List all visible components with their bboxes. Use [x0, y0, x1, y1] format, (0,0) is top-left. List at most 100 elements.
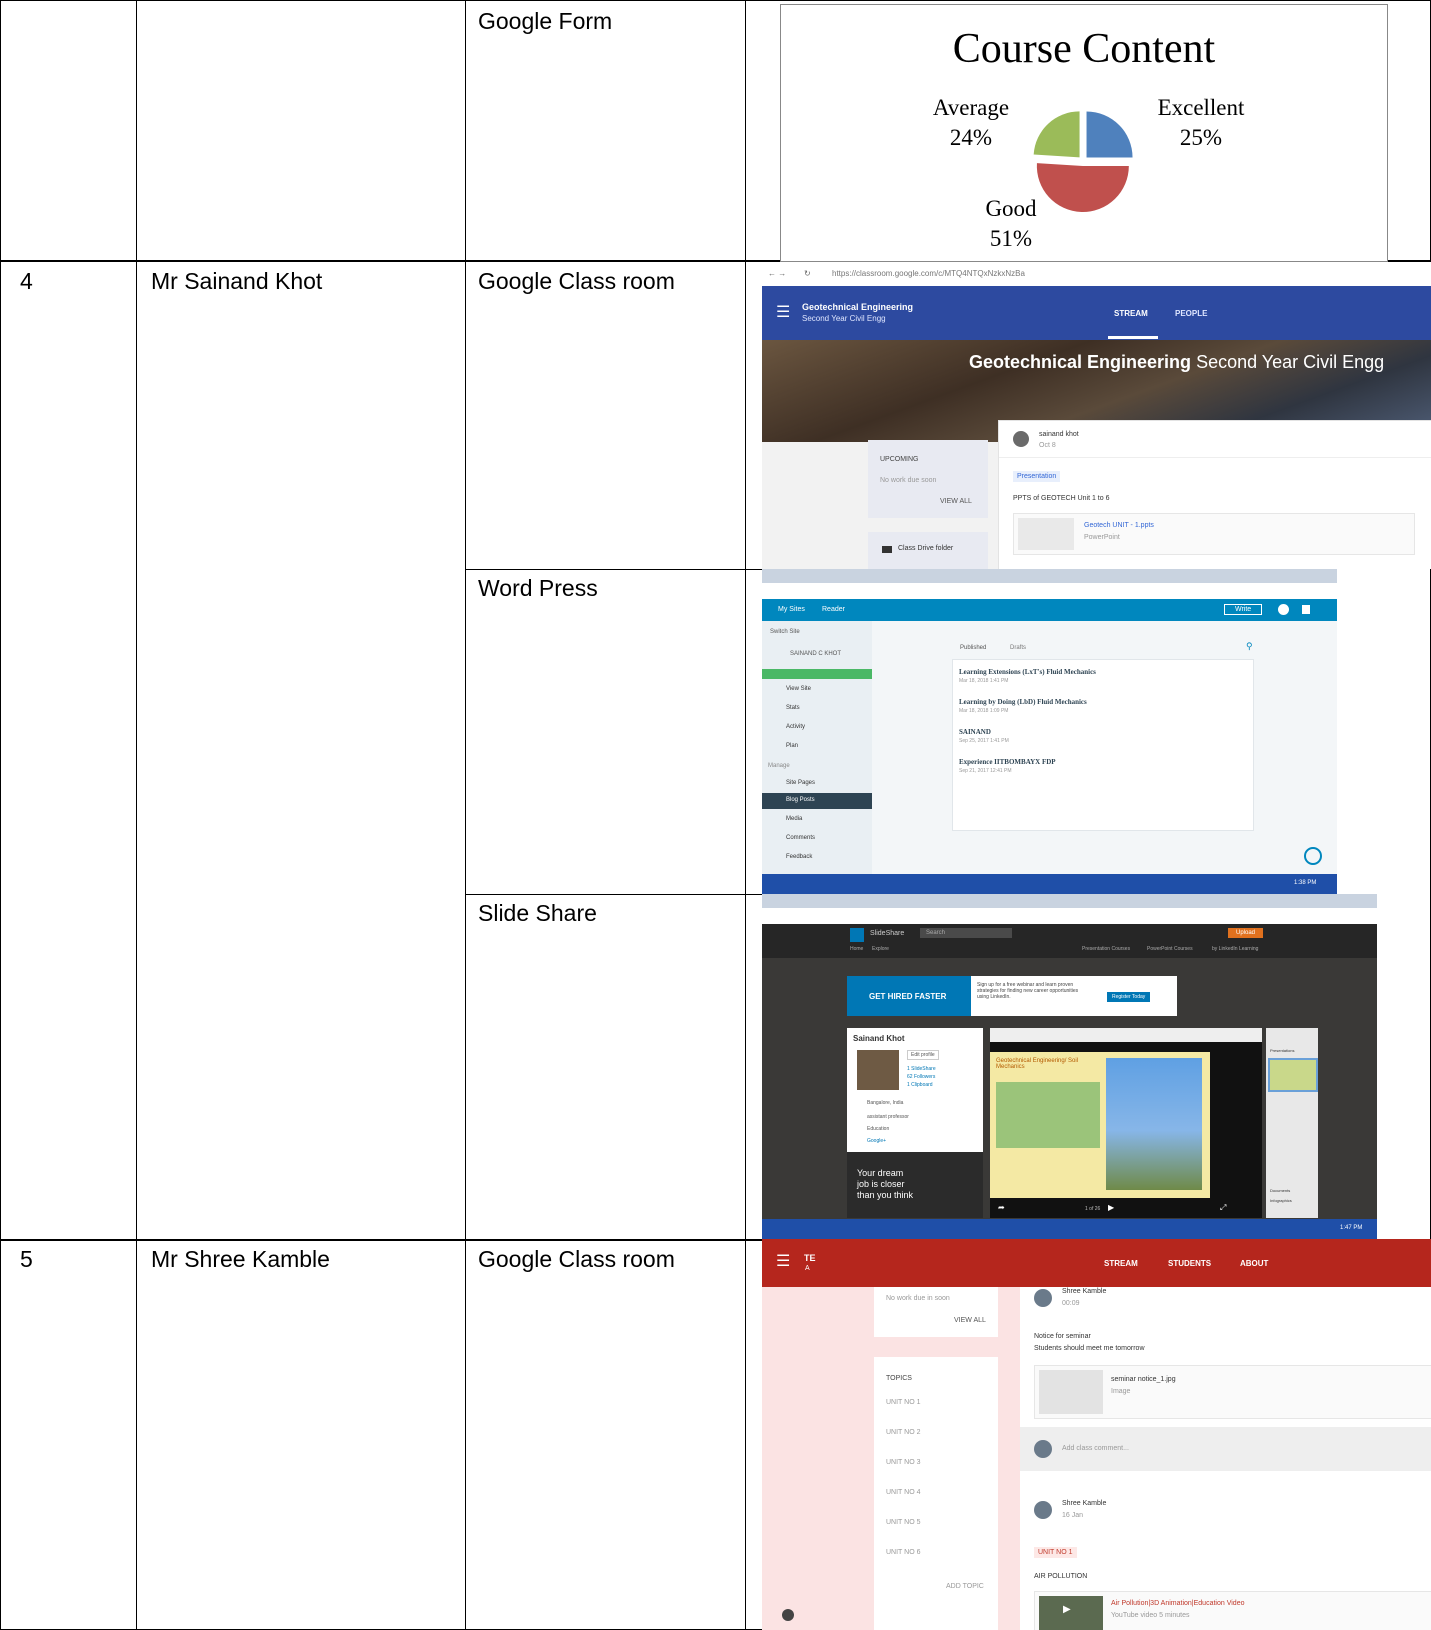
upcoming-label: UPCOMING	[880, 456, 919, 463]
google-classroom-screenshot: ← → ↻ https://classroom.google.com/c/MTQ…	[762, 262, 1431, 569]
nav-explore[interactable]: Explore	[872, 946, 889, 952]
menu-view-site[interactable]: View Site	[786, 686, 811, 692]
write-button[interactable]: Write	[1224, 604, 1263, 615]
menu-site-pages[interactable]: Site Pages	[786, 780, 815, 786]
upload-button[interactable]: Upload	[1228, 928, 1264, 938]
infographics-label[interactable]: Infographics	[1270, 1198, 1292, 1203]
view-all-link[interactable]: VIEW ALL	[940, 498, 972, 505]
search-icon[interactable]: ⚲	[1246, 641, 1253, 652]
attachment[interactable]: Geotech UNIT - 1.ppts PowerPoint	[1013, 513, 1415, 555]
play-icon: ▶	[1063, 1604, 1071, 1615]
upcoming-card: UPCOMING No work due soon VIEW ALL	[868, 440, 988, 518]
profile-icon[interactable]	[1278, 604, 1289, 615]
taskbar-clock: 1:47 PM	[1340, 1225, 1363, 1231]
tab-people[interactable]: PEOPLE	[1175, 309, 1207, 318]
tab-about[interactable]: ABOUT	[1240, 1259, 1268, 1268]
nav-linkedin-learning[interactable]: by LinkedIn Learning	[1212, 946, 1258, 952]
ad-register-button[interactable]: Register Today	[1107, 992, 1151, 1002]
menu-feedback[interactable]: Feedback	[786, 854, 812, 860]
menu-manage: Manage	[768, 763, 790, 769]
slideshare-brand: SlideShare	[870, 930, 905, 937]
browser-url-bar[interactable]	[762, 908, 1377, 924]
banner-title-main: Geotechnical Engineering	[969, 352, 1192, 372]
site-name: SAINAND C KHOT	[790, 651, 842, 657]
topic-unit-4[interactable]: UNIT NO 4	[886, 1489, 921, 1496]
nav-home[interactable]: Home	[850, 946, 863, 952]
attachment[interactable]: seminar notice_1.jpg Image	[1034, 1365, 1431, 1419]
slideshare-header: SlideShare Search Upload Home Explore Pr…	[762, 924, 1377, 958]
browser-tabs[interactable]	[762, 894, 1377, 908]
wordpress-masterbar: My Sites Reader Write	[762, 599, 1337, 621]
help-icon[interactable]	[782, 1609, 794, 1621]
search-input[interactable]: Search	[920, 928, 1012, 938]
reader-link[interactable]: Reader	[822, 606, 845, 613]
notifications-icon[interactable]	[1302, 605, 1310, 614]
ad-text: Sign up for a free webinar and learn pro…	[977, 982, 1079, 1000]
fullscreen-icon[interactable]: ⤢	[1220, 1203, 1226, 1213]
comment-input[interactable]: Add class comment...	[1062, 1445, 1129, 1452]
plan-banner[interactable]	[762, 669, 872, 679]
topic-unit-3[interactable]: UNIT NO 3	[886, 1459, 921, 1466]
tab-drafts[interactable]: Drafts	[1010, 645, 1026, 651]
stat-followers[interactable]: 62 Followers	[907, 1074, 935, 1080]
tab-stream[interactable]: STREAM	[1114, 309, 1148, 318]
ad-title: GET HIRED FASTER	[869, 992, 947, 1001]
browser-url-bar[interactable]	[762, 583, 1337, 599]
tab-published[interactable]: Published	[960, 645, 986, 651]
comment-avatar	[1034, 1440, 1052, 1458]
presentation-thumbnail[interactable]	[1268, 1058, 1318, 1092]
faculty-name-sainand: Mr Sainand Khot	[151, 268, 323, 294]
back-icon[interactable]: ← →	[768, 269, 786, 278]
unit-chip[interactable]: UNIT NO 1	[1034, 1547, 1077, 1558]
edit-profile-button[interactable]: Edit profile	[907, 1050, 939, 1060]
menu-blog-posts-active[interactable]	[762, 793, 872, 809]
topic-unit-2[interactable]: UNIT NO 2	[886, 1429, 921, 1436]
browser-url-bar[interactable]: ← → ↻ https://classroom.google.com/c/MTQ…	[762, 262, 1431, 287]
reload-icon[interactable]: ↻	[804, 269, 811, 278]
add-topic-button[interactable]: ADD TOPIC	[946, 1583, 984, 1590]
topic-unit-1[interactable]: UNIT NO 1	[886, 1399, 921, 1406]
my-sites-link[interactable]: My Sites	[778, 606, 805, 613]
ad-banner[interactable]: GET HIRED FASTER Sign up for a free webi…	[847, 976, 1177, 1016]
attachment-type: PowerPoint	[1084, 534, 1120, 541]
post-title-4[interactable]: Experience IITBOMBAYX FDP	[959, 758, 1056, 766]
topic-unit-5[interactable]: UNIT NO 5	[886, 1519, 921, 1526]
browser-tabs[interactable]	[762, 569, 1337, 583]
presentations-label[interactable]: Presentations	[1270, 1048, 1294, 1053]
menu-plan[interactable]: Plan	[786, 743, 798, 749]
comment-bar[interactable]: Add class comment...	[1020, 1427, 1431, 1471]
nav-powerpoint-courses[interactable]: PowerPoint Courses	[1147, 946, 1193, 952]
help-icon[interactable]	[1304, 847, 1322, 865]
pie-value-average: 24%	[949, 125, 993, 150]
tab-stream[interactable]: STREAM	[1104, 1259, 1138, 1268]
detail-google-plus[interactable]: Google+	[867, 1138, 886, 1144]
profile-name: Sainand Khot	[853, 1034, 905, 1043]
menu-stats[interactable]: Stats	[786, 705, 800, 711]
menu-media[interactable]: Media	[786, 816, 802, 822]
view-all-link[interactable]: VIEW ALL	[954, 1317, 986, 1324]
play-icon[interactable]: ▶	[1108, 1203, 1114, 1212]
menu-blog-posts[interactable]: Blog Posts	[786, 797, 815, 803]
upcoming-card: No work due in soon VIEW ALL	[874, 1287, 998, 1337]
detail-location: Bangalore, India	[867, 1100, 904, 1106]
class-drive-card[interactable]: Class Drive folder	[868, 532, 988, 569]
presentation-chip[interactable]: Presentation	[1013, 471, 1061, 482]
post-title-1[interactable]: Learning Extensions (LxT's) Fluid Mechan…	[959, 668, 1096, 676]
topic-unit-6[interactable]: UNIT NO 6	[886, 1549, 921, 1556]
post-title-2[interactable]: Learning by Doing (LbD) Fluid Mechanics	[959, 698, 1087, 706]
menu-icon[interactable]: ☰	[776, 1251, 790, 1271]
menu-comments[interactable]: Comments	[786, 835, 815, 841]
menu-icon[interactable]: ☰	[776, 302, 790, 322]
stat-clipboards[interactable]: 1 Clipboard	[907, 1082, 933, 1088]
share-icon[interactable]: ➦	[998, 1203, 1005, 1212]
switch-site-link[interactable]: Switch Site	[770, 629, 800, 635]
tab-students[interactable]: STUDENTS	[1168, 1259, 1211, 1268]
stat-slideshares[interactable]: 1 SlideShare	[907, 1066, 936, 1072]
slide-content[interactable]: Geotechnical Engineering/ Soil Mechanics	[990, 1052, 1210, 1198]
nav-presentation-courses[interactable]: Presentation Courses	[1082, 946, 1130, 952]
dream-ad[interactable]: Your dream job is closer than you think	[847, 1152, 983, 1218]
menu-activity[interactable]: Activity	[786, 724, 805, 730]
documents-label[interactable]: Documents	[1270, 1188, 1290, 1193]
post-title-3[interactable]: SAINAND	[959, 728, 991, 736]
video-attachment[interactable]: ▶ Air Pollution|3D Animation|Education V…	[1034, 1591, 1431, 1630]
